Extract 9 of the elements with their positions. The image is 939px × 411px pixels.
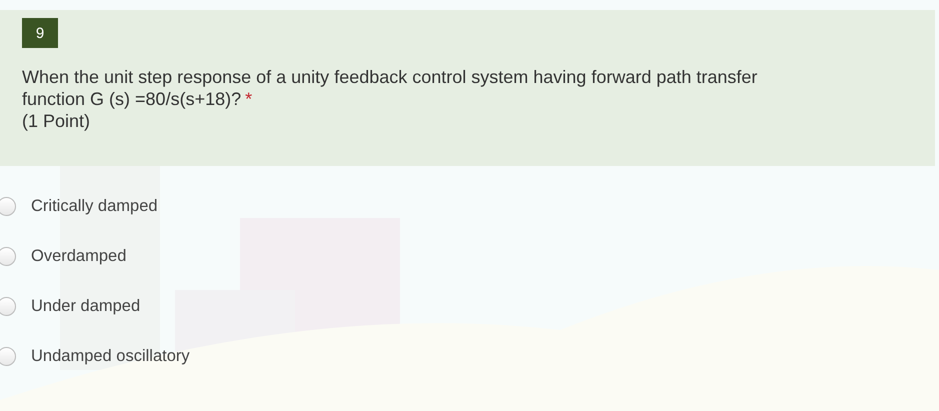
radio-option[interactable]: Under damped xyxy=(0,294,140,318)
radio-option[interactable]: Overdamped xyxy=(0,244,126,268)
points-label: (1 Point) xyxy=(22,110,92,132)
radio-option[interactable]: Undamped oscillatory xyxy=(0,344,190,368)
question-text: When the unit step response of a unity feedback control system having forward path transfer xyxy=(22,67,758,87)
radio-option[interactable]: Critically damped xyxy=(0,194,158,218)
required-asterisk: * xyxy=(245,89,252,109)
question-number: 9 xyxy=(22,18,58,48)
question-text: function G (s) =80/s(s+18)? xyxy=(22,89,242,109)
